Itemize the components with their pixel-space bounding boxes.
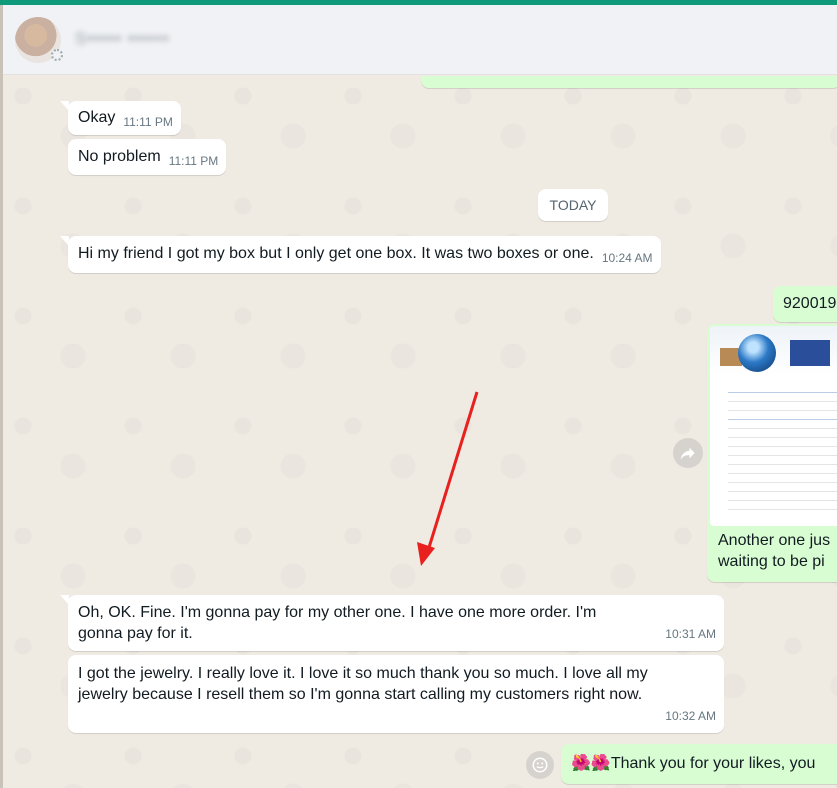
chat-header[interactable]: S••••• •••••• xyxy=(3,5,837,75)
message-bubble-pay[interactable]: Oh, OK. Fine. I'm gonna pay for my other… xyxy=(60,595,724,651)
message-time: 10:32 AM xyxy=(665,709,716,723)
message-bubble-thanks[interactable]: 🌺🌺Thank you for your likes, you xyxy=(561,744,837,784)
message-text: I got the jewelry. I really love it. I l… xyxy=(78,665,648,703)
smiley-icon xyxy=(532,757,548,773)
reaction-button[interactable] xyxy=(526,751,554,779)
message-text: Oh, OK. Fine. I'm gonna pay for my other… xyxy=(78,604,597,642)
message-bubble-jewelry[interactable]: I got the jewelry. I really love it. I l… xyxy=(68,655,724,733)
message-list[interactable]: Okay 11:11 PM No problem 11:11 PM TODAY Hi… xyxy=(3,76,837,788)
status-ring-icon xyxy=(51,49,63,61)
message-text: 🌺🌺Thank you for your likes, you xyxy=(571,755,816,772)
contact-name[interactable]: S••••• •••••• xyxy=(75,29,225,49)
message-time: 10:31 AM xyxy=(665,627,716,641)
